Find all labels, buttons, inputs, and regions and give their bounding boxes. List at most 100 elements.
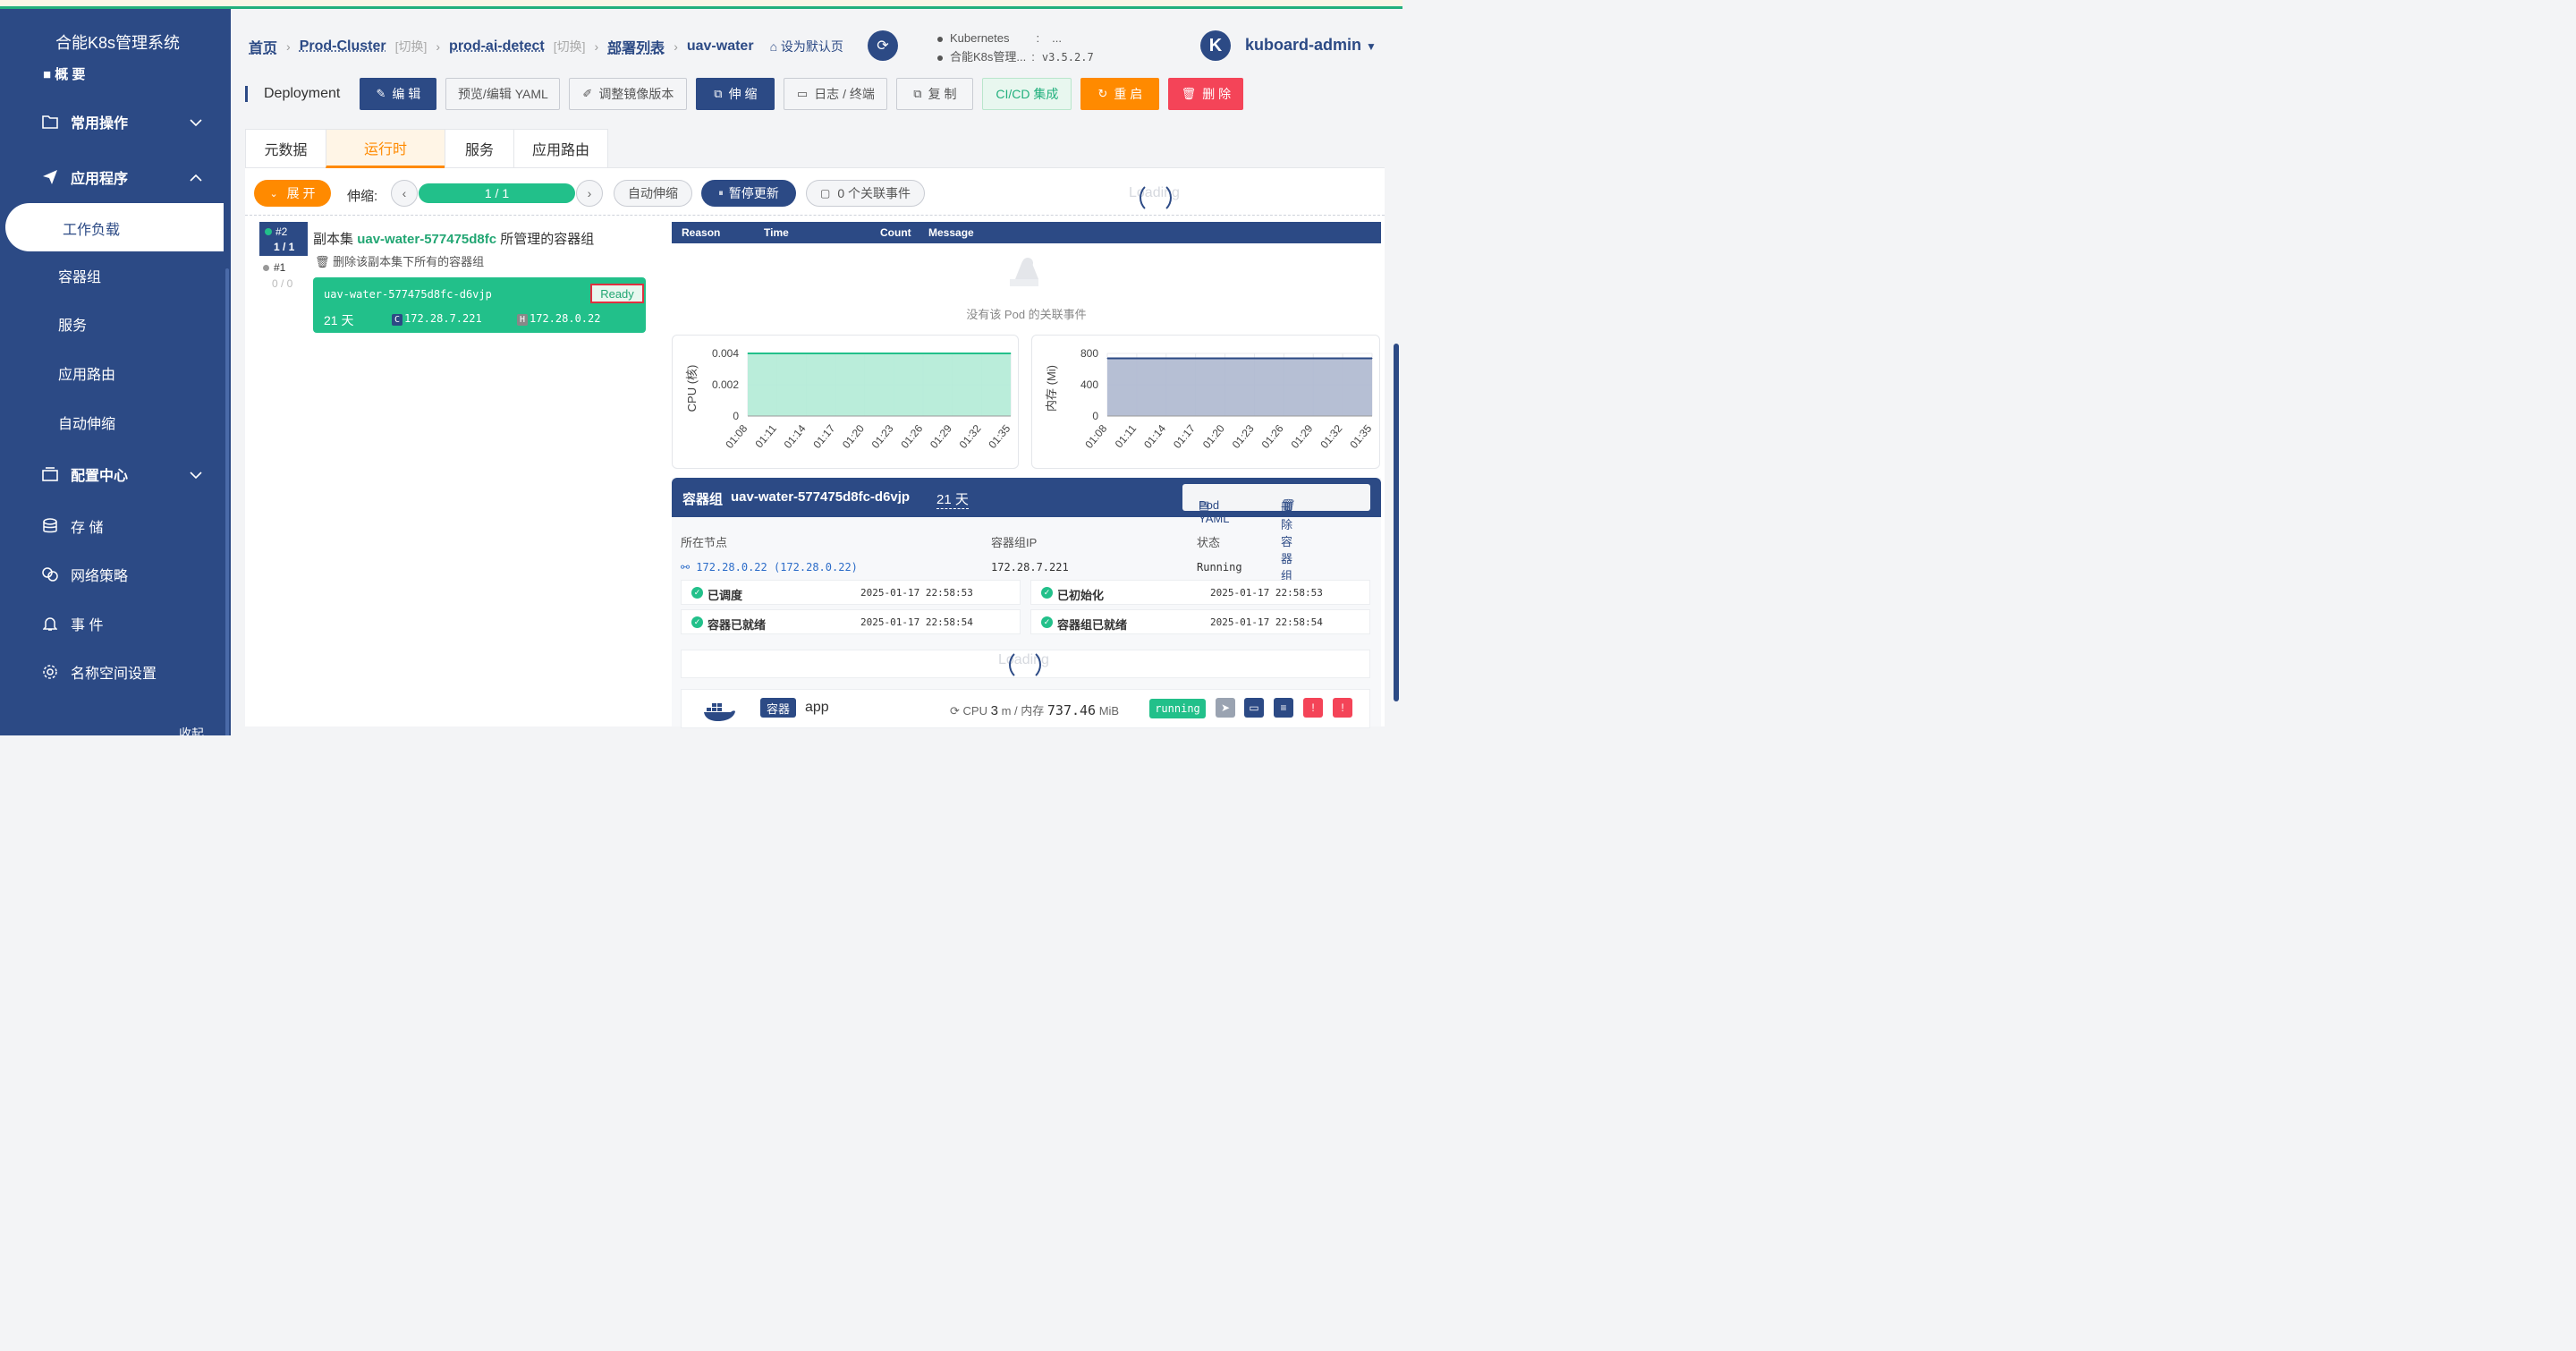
sidebar-item-workload[interactable]: 工作负载 [5,203,231,251]
replicaset-title: 副本集 uav-water-577475d8fc 所管理的容器组 [313,229,594,248]
data-point [1010,353,1012,354]
system-colon: : [1031,50,1035,64]
crumb-home[interactable]: 首页 [249,36,277,57]
sidebar-group-label: 应用程序 [71,172,129,187]
sidebar-item-hpa[interactable]: 自动伸缩 [0,404,231,440]
collapse-sidebar-button[interactable]: 收起 [179,725,204,735]
delete-button[interactable]: 🗑 删 除 [1168,78,1244,110]
condition-label: 容器组已就绪 [1057,618,1128,632]
yaml-button[interactable]: 预览/编辑 YAML [445,78,561,110]
title-marker [245,86,248,102]
alert-icon[interactable]: ! [1333,698,1352,718]
pod-detail-name: uav-water-577475d8fc-d6vjp [731,489,911,505]
replicaset-number: #2 [275,225,288,238]
autoscale-button[interactable]: 自动伸缩 [614,180,692,207]
tab-metadata[interactable]: 元数据 [245,129,326,168]
y-tick-label: 400 [1080,378,1098,391]
sidebar-item-pods[interactable]: 容器组 [0,258,231,293]
sidebar-item-netpol[interactable]: 网络策略 [0,555,231,594]
sidebar-item-label: 自动伸缩 [58,417,116,432]
crumb-deployments[interactable]: 部署列表 [607,36,665,57]
delete-replicaset-pods-link[interactable]: 🗑 删除该副本集下所有的容器组 [315,252,484,269]
tab-route[interactable]: 应用路由 [513,129,608,168]
switch-namespace-link[interactable]: [切换] [554,38,586,55]
x-tick-label: 01:35 [986,422,1013,451]
events-empty: 没有该 Pod 的关联事件 [672,243,1381,324]
sidebar-group-apps[interactable]: 应用程序 [0,157,231,197]
restart-button[interactable]: ↻ 重 启 [1080,78,1160,110]
resource-usage: ⟳ CPU 3 m / 内存 737.46 MiB [950,701,1119,718]
panel-scrollbar[interactable] [1394,344,1399,701]
scale-up-button[interactable]: › [576,180,603,207]
replicaset-badge[interactable]: #2 1 / 1 [259,222,308,256]
node-link[interactable]: ⚯ 172.28.0.22 (172.28.0.22) [681,561,858,574]
col-count: Count [880,226,911,239]
loading-indicator: Loading [1129,182,1180,214]
cpu-value: 3 [990,703,998,718]
col-message: Message [928,226,974,239]
sidebar-group-config[interactable]: 配置中心 [0,455,231,494]
avatar[interactable]: K [1200,30,1231,61]
edit-button[interactable]: ✎ 编 辑 [360,78,437,110]
crumb-namespace[interactable]: prod-ai-detect [449,38,545,55]
sidebar-item-service[interactable]: 服务 [0,306,231,342]
pause-update-button[interactable]: ⏸ 暂停更新 [701,180,796,207]
sidebar-item-namespace[interactable]: 名称空间设置 [0,652,231,692]
pod-status-value: Running [1197,561,1242,574]
old-replicaset-badge[interactable]: #1 [263,261,285,274]
data-point [1312,358,1314,360]
image-label: 调整镜像版本 [598,87,674,101]
restart-icon: ↻ [1097,87,1108,100]
image-version-button[interactable]: ✐ 调整镜像版本 [569,78,688,110]
sidebar-group-label: 配置中心 [71,469,129,484]
delete-all-label: 删除该副本集下所有的容器组 [333,255,485,268]
x-tick-label: 01:20 [840,422,867,451]
copy-button[interactable]: ⧉ 复 制 [896,78,974,110]
container-row[interactable]: 容器 app ⟳ CPU 3 m / 内存 737.46 MiB running… [681,689,1370,728]
switch-cluster-link[interactable]: [切换] [395,38,428,55]
user-menu[interactable]: kuboard-admin ▼ [1245,36,1377,55]
bell-icon [41,615,59,633]
logs-terminal-button[interactable]: ▭ 日志 / 终端 [784,78,888,110]
x-tick-label: 01:17 [810,422,837,451]
container-loading-bar: Loading [681,649,1370,681]
sidebar-item-ingress[interactable]: 应用路由 [0,355,231,391]
scale-button[interactable]: ⧉ 伸 缩 [696,78,775,110]
crumb-cluster[interactable]: Prod-Cluster [300,38,386,55]
sidebar-scrollbar[interactable] [224,18,231,735]
refresh-icon: ⟳ [877,38,889,54]
refresh-button[interactable]: ⟳ [868,30,898,61]
sidebar-item-events[interactable]: 事 件 [0,604,231,643]
scale-down-button[interactable]: ‹ [391,180,418,207]
chevron-up-icon [190,170,202,184]
status-dot [263,265,269,271]
sidebar-item-label: 存 储 [71,521,104,536]
tab-runtime[interactable]: 运行时 [326,129,445,168]
sidebar-item-label: 事 件 [71,618,104,633]
edit-icon: ✎ [376,87,386,100]
replicaset-name[interactable]: uav-water-577475d8fc [357,232,496,247]
send-icon[interactable]: ➤ [1216,698,1235,718]
terminal-icon[interactable]: ▭ [1244,698,1264,718]
sidebar-item-storage[interactable]: 存 储 [0,506,231,546]
pod-card[interactable]: uav-water-577475d8fc-d6vjp Ready 21 天 C1… [313,277,646,333]
col-status: 状态 [1197,536,1221,549]
y-tick-label: 0 [733,410,739,422]
sidebar: 合能K8s管理系统 ■ 概 要 常用操作 应用程序 工作负载 容器组 服务 应用… [0,9,231,735]
x-tick-label: 01:08 [1082,422,1109,451]
cpu-label: CPU [962,704,987,718]
alert-icon[interactable]: ! [1303,698,1323,718]
condition-initialized: ✓ 已初始化 2025-01-17 22:58:53 [1030,580,1370,605]
database-icon[interactable]: ≡ [1274,698,1293,718]
sidebar-group-ops[interactable]: 常用操作 [0,102,231,141]
condition-time: 2025-01-17 22:58:54 [1210,616,1323,628]
expand-button[interactable]: ⌄ 展 开 [254,180,331,207]
set-default-link[interactable]: ⌂ 设为默认页 [770,38,843,55]
sidebar-item-overview[interactable]: ■ 概 要 [43,64,85,83]
scale-icon: ⧉ [714,87,723,100]
related-events-button[interactable]: ▢ 0 个关联事件 [806,180,925,207]
tab-service[interactable]: 服务 [445,129,514,168]
condition-label: 容器已就绪 [708,618,767,632]
k8s-version: ... [1052,31,1062,45]
cicd-button[interactable]: CI/CD 集成 [982,78,1072,110]
